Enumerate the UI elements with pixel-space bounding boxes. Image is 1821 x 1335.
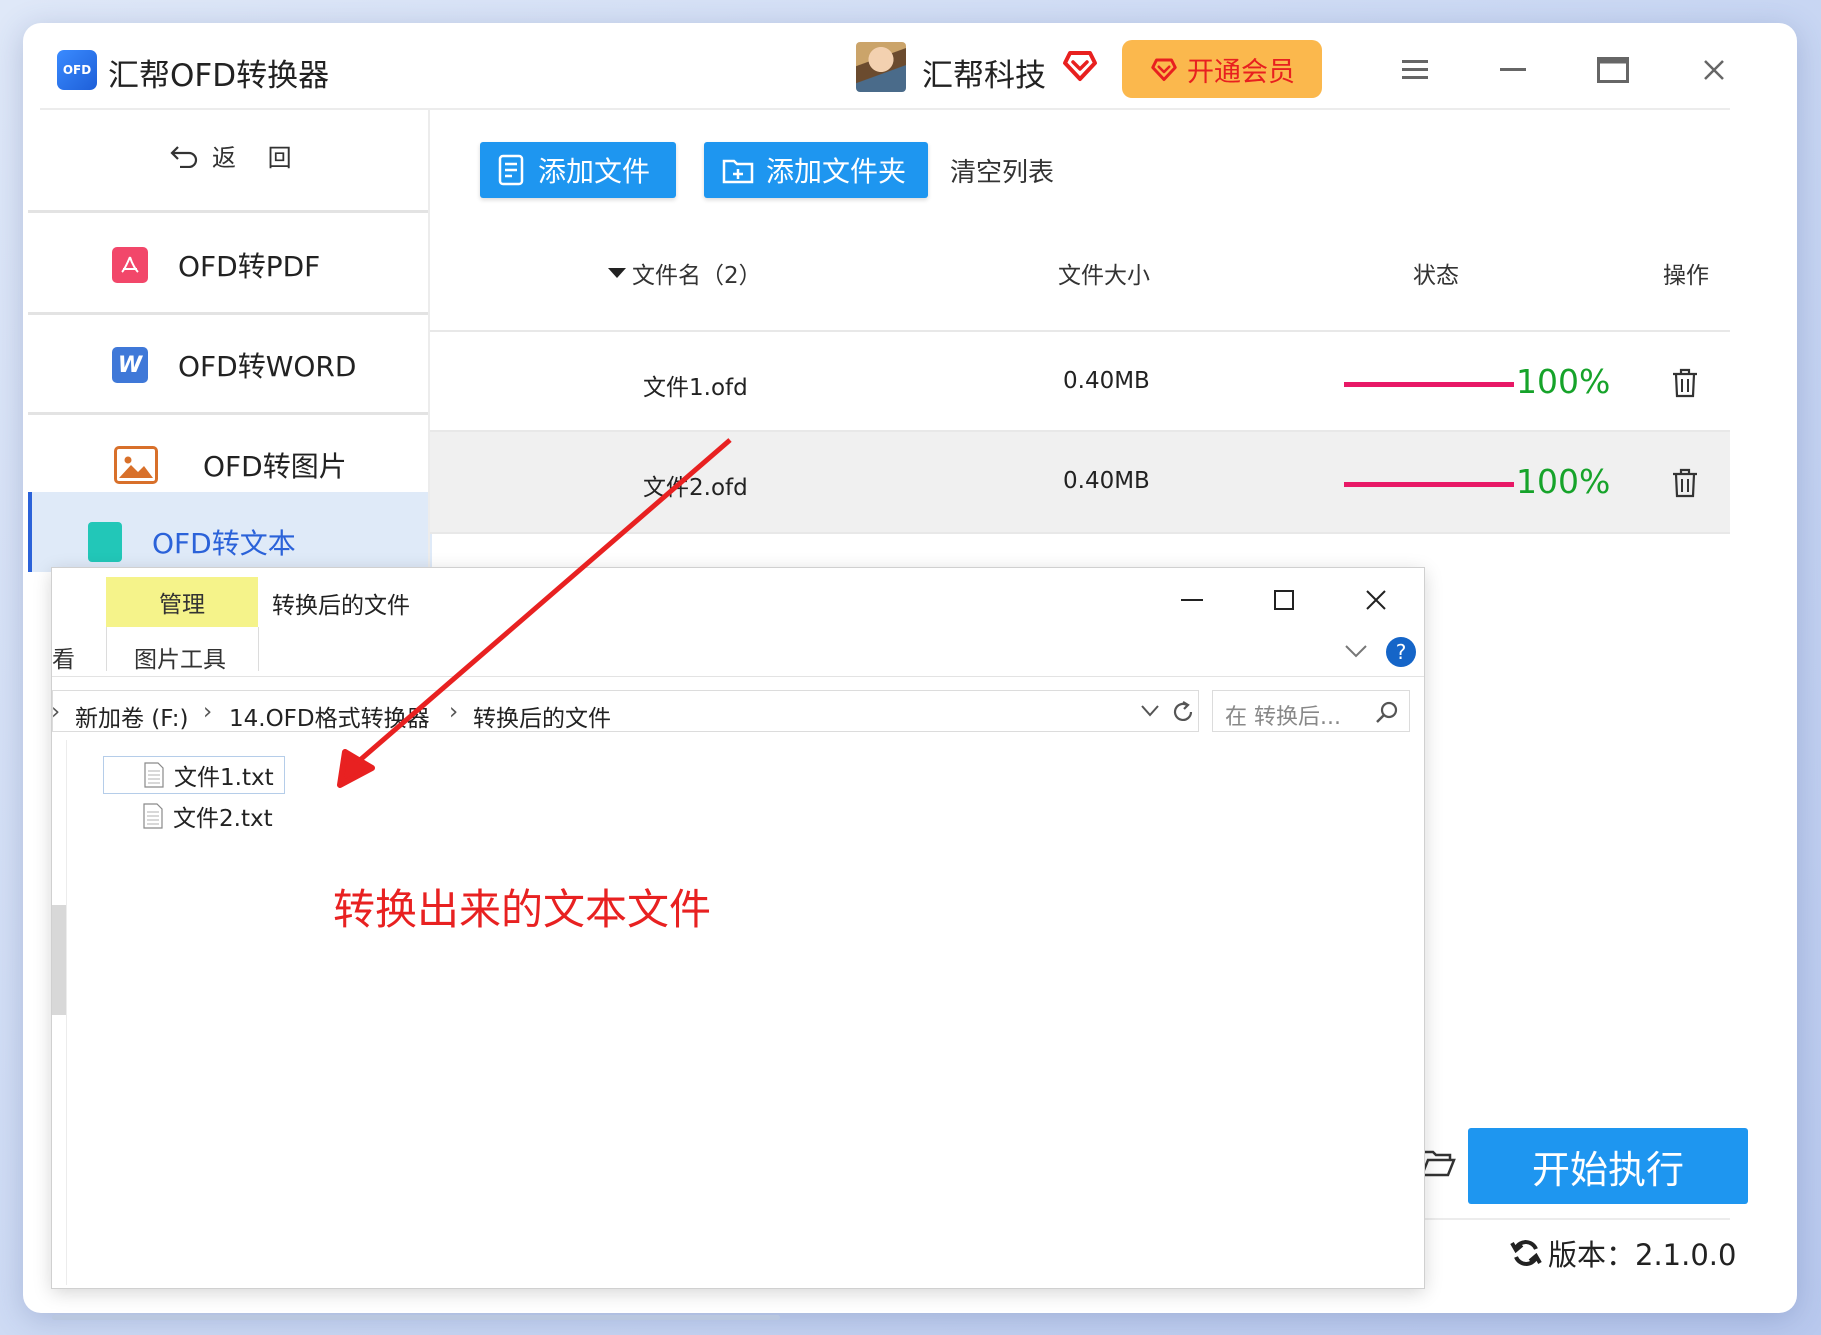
search-input[interactable]: 在 转换后... — [1212, 690, 1410, 732]
horizontal-scrollbar[interactable] — [52, 1315, 780, 1320]
avatar[interactable] — [856, 42, 906, 92]
navigation-scrollbar[interactable] — [52, 905, 66, 1015]
table-row[interactable]: 文件1.ofd 0.40MB 100% — [430, 330, 1730, 432]
breadcrumb-chevron-icon: › — [51, 699, 61, 725]
file-name-cell: 文件2.ofd — [643, 475, 748, 501]
navigation-pane-border — [66, 740, 67, 1285]
annotation-label: 转换出来的文本文件 — [333, 885, 712, 934]
add-file-button[interactable]: 添加文件 — [480, 142, 676, 198]
vip-label: 开通会员 — [1187, 56, 1295, 88]
help-icon[interactable]: ? — [1386, 637, 1416, 667]
back-label: 返 回 — [212, 144, 304, 172]
refresh-icon[interactable] — [1171, 700, 1195, 724]
vip-diamond-heart-icon[interactable] — [1060, 45, 1100, 85]
sidebar-item-label: OFD转PDF — [178, 250, 321, 283]
start-button[interactable]: 开始执行 — [1468, 1128, 1748, 1204]
progress-percent: 100% — [1516, 462, 1611, 501]
add-folder-button[interactable]: 添加文件夹 — [704, 142, 928, 198]
footer-divider — [1420, 1218, 1730, 1220]
sidebar-item-label: OFD转WORD — [178, 350, 357, 383]
add-file-icon — [498, 154, 524, 186]
progress-bar — [1344, 382, 1514, 387]
text-icon — [88, 522, 122, 562]
pdf-icon — [112, 247, 148, 283]
app-logo-icon: OFD — [57, 50, 97, 90]
column-header-name[interactable]: 文件名（2） — [608, 256, 762, 290]
breadcrumb-chevron-icon: › — [449, 699, 459, 725]
ribbon-tab-picture-tools[interactable]: 图片工具 — [134, 640, 226, 674]
add-file-label: 添加文件 — [538, 155, 651, 188]
ribbon-expand-chevron-icon[interactable] — [1345, 644, 1367, 658]
file-name-cell: 文件1.ofd — [643, 375, 748, 401]
address-bar[interactable]: › 新加卷 (F:) › 14.OFD格式转换器 › 转换后的文件 — [51, 690, 1199, 733]
column-header-name-label: 文件名（2） — [632, 263, 762, 289]
trash-icon[interactable] — [1672, 368, 1698, 398]
file-name: 文件2.txt — [173, 806, 273, 832]
add-folder-icon — [722, 159, 754, 184]
trash-icon[interactable] — [1672, 468, 1698, 498]
ribbon-tab-view[interactable]: 看 — [52, 640, 75, 674]
ribbon-divider — [106, 627, 107, 671]
text-file-icon — [144, 762, 164, 788]
sidebar-divider — [28, 210, 428, 213]
table-row[interactable]: 文件2.ofd 0.40MB 100% — [430, 430, 1730, 534]
breadcrumb-chevron-icon: › — [203, 699, 213, 725]
list-item[interactable]: 文件1.txt — [103, 756, 285, 794]
minimize-icon[interactable] — [1491, 50, 1535, 90]
image-icon — [114, 446, 158, 484]
breadcrumb-current[interactable]: 转换后的文件 — [473, 699, 611, 733]
file-size-cell: 0.40MB — [1063, 468, 1150, 494]
explorer-close-icon[interactable] — [1356, 585, 1396, 615]
sidebar-divider — [28, 312, 428, 315]
refresh-icon[interactable] — [1510, 1237, 1542, 1269]
explorer-minimize-icon[interactable] — [1172, 585, 1212, 615]
version-label: 版本：2.1.0.0 — [1548, 1238, 1737, 1272]
sidebar-item-ofd-text[interactable]: OFD转文本 — [28, 492, 432, 572]
version-info: 版本：2.1.0.0 — [1510, 1232, 1736, 1274]
column-header-action: 操作 — [1663, 263, 1709, 289]
sort-desc-icon — [608, 268, 626, 278]
sidebar-item-label: OFD转图片 — [203, 450, 347, 483]
list-item[interactable]: 文件2.txt — [103, 797, 285, 835]
app-title: 汇帮OFD转换器 — [108, 58, 330, 94]
menu-icon[interactable] — [1393, 50, 1437, 90]
open-folder-icon[interactable] — [1420, 1148, 1456, 1178]
back-arrow-icon — [170, 145, 198, 168]
back-button[interactable]: 返 回 — [170, 138, 304, 173]
close-icon[interactable] — [1692, 50, 1736, 90]
sidebar-item-label: OFD转文本 — [152, 527, 296, 560]
sidebar-item-ofd-word[interactable]: W OFD转WORD — [28, 316, 428, 414]
vip-button[interactable]: 开通会员 — [1122, 40, 1322, 98]
column-header-status: 状态 — [1413, 263, 1459, 289]
sidebar-item-ofd-pdf[interactable]: OFD转PDF — [28, 216, 428, 314]
ribbon-divider — [258, 627, 259, 671]
progress-percent: 100% — [1516, 362, 1611, 401]
explorer-maximize-icon[interactable] — [1264, 585, 1304, 615]
search-placeholder: 在 转换后... — [1225, 705, 1341, 730]
maximize-icon[interactable] — [1591, 50, 1635, 90]
file-size-cell: 0.40MB — [1063, 368, 1150, 394]
column-header-size: 文件大小 — [1058, 263, 1150, 289]
vip-heart-icon — [1151, 58, 1177, 81]
user-name[interactable]: 汇帮科技 — [922, 50, 1046, 95]
explorer-divider — [52, 676, 1424, 677]
progress-bar — [1344, 482, 1514, 487]
sidebar-divider — [28, 412, 428, 415]
file-name: 文件1.txt — [174, 765, 274, 791]
title-divider — [40, 108, 1730, 110]
ribbon-tab-manage[interactable]: 管理 — [106, 577, 258, 627]
text-file-icon — [143, 803, 163, 829]
add-folder-label: 添加文件夹 — [766, 155, 907, 188]
breadcrumb-folder[interactable]: 14.OFD格式转换器 — [229, 699, 430, 733]
explorer-window-title: 转换后的文件 — [272, 593, 410, 619]
word-icon: W — [112, 347, 148, 383]
search-icon[interactable] — [1375, 701, 1399, 725]
clear-list-button[interactable]: 清空列表 — [950, 152, 1054, 189]
breadcrumb-drive[interactable]: 新加卷 (F:) — [75, 699, 188, 733]
address-dropdown-icon[interactable] — [1141, 705, 1159, 717]
